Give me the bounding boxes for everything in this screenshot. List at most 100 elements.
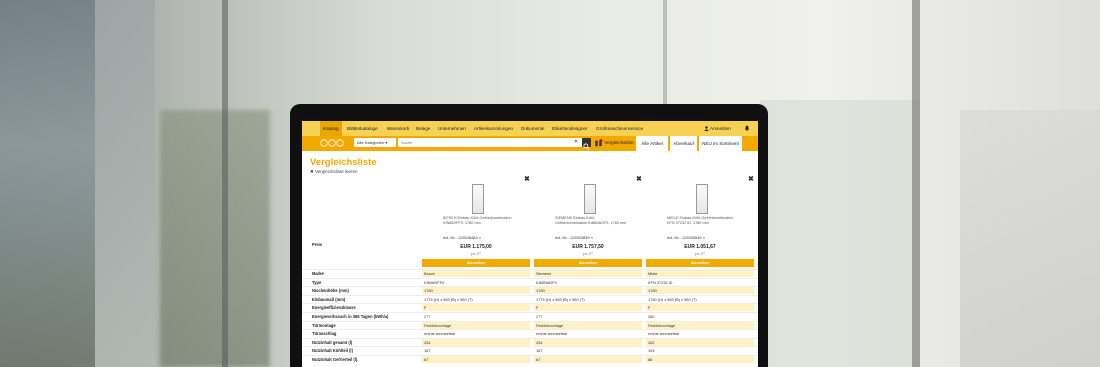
cell-tueranschlag: rechts wechselbar — [536, 331, 568, 337]
row-label-einbaumass: Einbaumaß (mm) — [312, 296, 346, 302]
cell-tuermontage: Festtürmontage — [534, 321, 642, 329]
price-unit: pro ST — [694, 252, 706, 256]
nav-item-dokumente[interactable]: Dokumente — [521, 121, 545, 136]
product-name[interactable]: SIEMENS Einbau-Kühl-Gefrierkombination K… — [555, 216, 627, 226]
remove-product-icon[interactable]: ✖ — [748, 175, 754, 183]
user-icon — [704, 126, 709, 132]
row-label-nischenhoehe: Nischenhöhe (mm) — [312, 288, 349, 294]
product-price: EUR 1.757,50 — [572, 244, 604, 250]
search-input[interactable]: Suche — [398, 138, 582, 147]
page-title: Vergleichsliste — [310, 157, 377, 168]
login-label: Anmelden — [710, 126, 731, 131]
nav-item-unternehmen[interactable]: Unternehmen — [438, 121, 466, 136]
cell-nischenhoehe: 1780 — [534, 287, 642, 295]
nav-item-etikettendesigner[interactable]: Etikettendesigner — [552, 121, 588, 136]
cell-energie: F — [534, 304, 642, 312]
tab-abverkauf[interactable]: Abverkauf — [670, 136, 697, 151]
nav-item-artikelsammlungen[interactable]: Artikelsammlungen — [474, 121, 513, 136]
window-frame — [222, 0, 228, 367]
product-image[interactable] — [472, 184, 484, 214]
row-label-kuehlteil: Nutzinhalt Kühlteil (l) — [312, 348, 353, 354]
cell-typ: KI86NADF0 — [536, 279, 557, 285]
compare-list-link[interactable]: Vergleichsliste — [594, 137, 634, 149]
cell-tueranschlag: rechts wechselbar — [648, 331, 680, 337]
row-label-tuermontage: Türmontage — [312, 322, 336, 328]
cell-gesamt: 262 — [646, 338, 754, 346]
brand-logo[interactable] — [320, 139, 344, 147]
cell-typ: KIN86VFF0 — [424, 279, 445, 285]
row-label-preis: Preis — [312, 242, 323, 247]
background-building — [760, 100, 920, 367]
nav-item-belege[interactable]: Belege — [416, 121, 430, 136]
product-image[interactable] — [584, 184, 596, 214]
nav-item-grossmaschinenservice[interactable]: Großmaschinenservice — [596, 121, 643, 136]
top-navigation: Katalog Blätterkataloge Warenkorb Belege… — [302, 121, 758, 136]
background-trees — [160, 110, 270, 367]
compare-icon — [595, 138, 603, 146]
nav-item-katalog[interactable]: Katalog — [320, 121, 342, 136]
row-label-typ: Type — [312, 279, 322, 285]
cell-gefrierteil: 67 — [422, 356, 530, 363]
cell-energie: F — [422, 304, 530, 312]
product-price: EUR 1.051,67 — [684, 244, 716, 250]
background-building — [960, 110, 1100, 367]
product-name[interactable]: MIELE Einbau-Kühl-Gefrierkombination KFN… — [667, 216, 739, 226]
bell-icon[interactable] — [744, 125, 750, 131]
cell-tuermontage: Festtürmontage — [422, 321, 530, 329]
row-label-energie: Energieeffizienzklasse — [312, 305, 356, 311]
article-number[interactable]: Art.-Nr.: 112558545 » — [667, 235, 705, 240]
cell-einbaumass: 1775 (H) x 560 (B) x 550 (T) — [424, 296, 473, 302]
search-icon — [583, 143, 590, 150]
cell-typ: KFN 37232 iD — [648, 279, 673, 285]
price-unit: pro ST — [582, 252, 594, 256]
nav-item-warenkorb[interactable]: Warenkorb — [387, 121, 409, 136]
window-frame — [912, 0, 920, 367]
cell-tuermontage: Festtürmontage — [646, 321, 754, 329]
row-label-gefrierteil: Nutzinhalt Gefrierteil (l) — [312, 357, 358, 362]
row-label-gesamt: Nutzinhalt gesamt (l) — [312, 339, 353, 345]
cell-verbrauch: 280 — [648, 314, 655, 319]
cell-marke: Miele — [646, 270, 754, 277]
login-link[interactable]: Anmelden — [704, 121, 731, 136]
order-button[interactable]: Bestellen — [534, 259, 642, 267]
cell-energie: F — [646, 304, 754, 312]
nav-item-blaetterkataloge[interactable]: Blätterkataloge — [347, 121, 378, 136]
clear-compare-list-label: Vergleichsliste leeren — [315, 169, 358, 174]
background-building — [0, 0, 95, 367]
remove-product-icon[interactable]: ✖ — [636, 175, 642, 183]
article-number[interactable]: Art.-Nr.: 112553839 » — [555, 235, 593, 240]
cell-tueranschlag: rechts wechselbar — [424, 331, 456, 337]
product-name[interactable]: BOSCH Einbau-Kühl-Gefrierkombination KIN… — [443, 216, 515, 226]
remove-product-icon[interactable]: ✖ — [524, 175, 530, 183]
cell-einbaumass: 1775 (H) x 560 (B) x 550 (T) — [536, 296, 585, 302]
category-select-value: Alle Kategorien — [357, 140, 385, 145]
cell-marke: Bosch — [422, 270, 530, 277]
search-button[interactable] — [582, 138, 591, 150]
row-label-tueranschlag: Türanschlag — [312, 331, 337, 337]
order-button[interactable]: Bestellen — [646, 259, 754, 267]
article-number[interactable]: Art.-Nr.: 112546483 » — [443, 235, 481, 240]
product-price: EUR 1.175,00 — [460, 244, 492, 250]
tab-neu-im-sortiment[interactable]: NEU im Sortiment — [699, 136, 742, 151]
row-label-marke: Marke — [312, 271, 324, 276]
cell-verbrauch: 277 — [424, 314, 431, 319]
tab-alle-artikel[interactable]: Alle Artikel — [636, 136, 668, 151]
clear-search-icon[interactable]: ✕ — [574, 138, 578, 147]
cell-nischenhoehe: 1780 — [646, 287, 754, 295]
search-placeholder: Suche — [401, 140, 413, 145]
cell-marke: Siemens — [534, 270, 642, 277]
price-unit: pro ST — [470, 252, 482, 256]
order-button[interactable]: Bestellen — [422, 259, 530, 267]
cell-gefrierteil: 68 — [646, 356, 754, 363]
cell-gesamt: 254 — [422, 338, 530, 346]
product-image[interactable] — [696, 184, 708, 214]
cell-gesamt: 254 — [534, 338, 642, 346]
clear-compare-list-link[interactable]: ✖ Vergleichsliste leeren — [310, 169, 358, 175]
background-building — [95, 0, 155, 367]
cell-nischenhoehe: 1780 — [422, 287, 530, 295]
cell-kuehlteil: 194 — [648, 348, 655, 354]
cell-einbaumass: 1780 (H) x 560 (B) x 550 (T) — [648, 296, 697, 302]
cell-kuehlteil: 187 — [424, 348, 431, 354]
category-select[interactable]: Alle Kategorien ▾ — [354, 138, 396, 147]
cell-kuehlteil: 187 — [536, 348, 543, 354]
